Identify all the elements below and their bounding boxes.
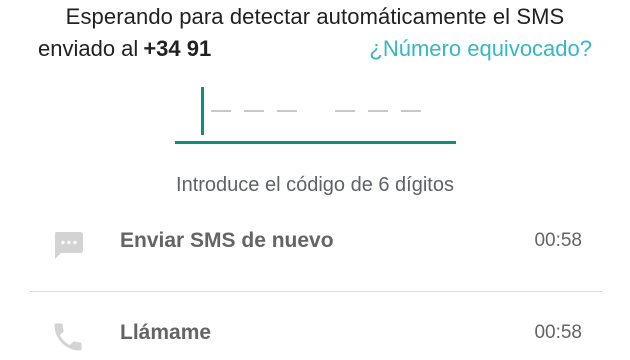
code-input[interactable] <box>175 85 456 145</box>
digit-placeholder <box>368 110 388 112</box>
call-me-timer: 00:58 <box>534 322 582 343</box>
resend-sms-timer: 00:58 <box>534 230 582 251</box>
wrong-number-link[interactable]: ¿Número equivocado? <box>369 36 592 62</box>
resend-sms-label: Enviar SMS de nuevo <box>120 229 334 252</box>
digit-placeholder <box>244 110 264 112</box>
code-input-underline <box>175 141 456 144</box>
sent-to-line: enviado al +34 91 <box>38 36 211 62</box>
resend-sms-button[interactable]: Enviar SMS de nuevo 00:58 <box>50 223 582 263</box>
sent-to-label: enviado al <box>38 36 139 61</box>
message-icon <box>50 227 86 263</box>
digit-placeholder <box>335 110 355 112</box>
phone-number: +34 91 <box>143 36 212 61</box>
digit-placeholder <box>211 110 231 112</box>
call-me-button[interactable]: Llámame 00:58 <box>50 315 582 355</box>
verification-message: Esperando para detectar automáticamente … <box>65 4 565 29</box>
call-me-label: Llámame <box>120 321 212 344</box>
divider <box>30 291 602 292</box>
text-cursor <box>201 87 204 135</box>
code-hint: Introduce el código de 6 dígitos <box>176 174 454 196</box>
digit-placeholder <box>277 110 297 112</box>
digit-placeholder <box>401 110 421 112</box>
